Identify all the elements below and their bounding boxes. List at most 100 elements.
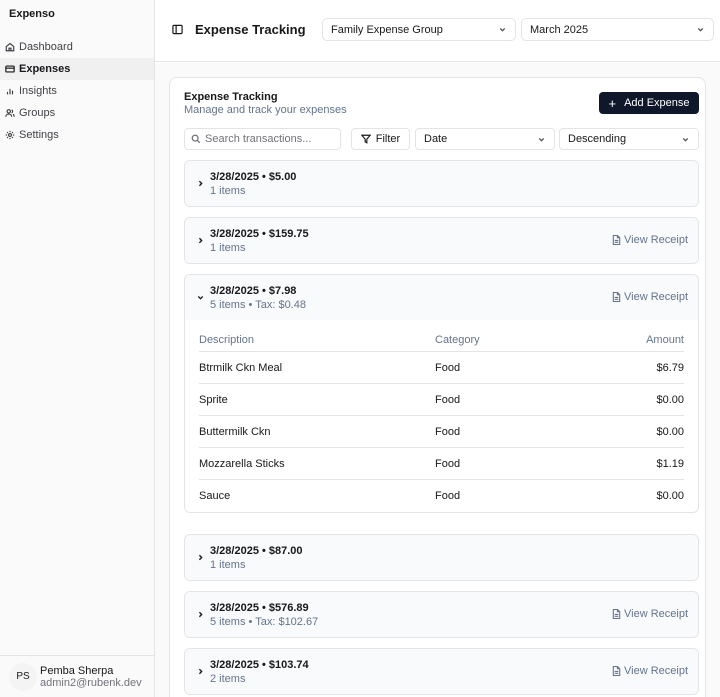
group-meta: 1 items: [210, 185, 246, 197]
file-icon: [612, 666, 621, 676]
search-icon: [191, 134, 201, 144]
group-meta: 5 items • Tax: $102.67: [210, 616, 319, 628]
sidebar-item-label: Settings: [19, 129, 59, 141]
group-title: 3/28/2025 • $576.89: [210, 602, 309, 614]
card-title: Expense Tracking: [184, 91, 278, 103]
group-meta: 2 items: [210, 673, 246, 685]
sidebar-item-groups[interactable]: Groups: [0, 102, 154, 124]
expense-group-header[interactable]: 3/28/2025 • $576.89 5 items • Tax: $102.…: [185, 592, 698, 637]
expense-card: Expense Tracking Manage and track your e…: [169, 77, 706, 697]
sidebar-item-insights[interactable]: Insights: [0, 80, 154, 102]
user-email: admin2@rubenk.dev: [40, 676, 142, 689]
item-category: Food: [435, 415, 570, 448]
item-amount: $0.00: [569, 415, 684, 448]
view-receipt-label: View Receipt: [624, 234, 688, 246]
sort-order-value: Descending: [568, 133, 627, 145]
view-receipt-label: View Receipt: [624, 608, 688, 620]
item-category: Food: [435, 489, 461, 502]
sidebar-item-label: Groups: [19, 107, 56, 119]
item-description: Buttermilk Ckn: [199, 415, 435, 448]
chevron-right-icon: [196, 667, 205, 676]
chevron-right-icon: [196, 179, 205, 188]
chevron-down-icon: [681, 135, 690, 144]
main-content: Expense Tracking Manage and track your e…: [155, 63, 720, 697]
view-receipt-link[interactable]: View Receipt: [612, 291, 688, 303]
column-header-category: Category: [435, 320, 570, 352]
item-amount: $0.00: [656, 489, 684, 502]
expense-group: 3/28/2025 • $5.00 1 items: [184, 160, 699, 207]
chevron-down-icon: [196, 293, 205, 302]
chevron-down-icon: [537, 135, 546, 144]
expense-group-header[interactable]: 3/28/2025 • $87.00 1 items: [185, 535, 698, 580]
expense-group: 3/28/2025 • $7.98 5 items • Tax: $0.48 V…: [184, 274, 699, 513]
view-receipt-link[interactable]: View Receipt: [612, 665, 688, 677]
expense-group: 3/28/2025 • $103.74 2 items View Receipt: [184, 648, 699, 695]
view-receipt-label: View Receipt: [624, 665, 688, 677]
sort-order-select[interactable]: Descending: [559, 128, 699, 150]
item-amount: $1.19: [569, 447, 684, 480]
filter-icon: [360, 134, 371, 144]
group-meta: 1 items: [210, 242, 246, 254]
group-meta: 5 items • Tax: $0.48: [210, 299, 306, 311]
sort-field-value: Date: [424, 133, 448, 145]
sidebar-item-dashboard[interactable]: Dashboard: [0, 36, 154, 58]
expense-group-header[interactable]: 3/28/2025 • $7.98 5 items • Tax: $0.48 V…: [185, 275, 698, 320]
filter-button[interactable]: Filter: [351, 128, 410, 150]
file-icon: [612, 292, 621, 302]
item-amount: $0.00: [569, 383, 684, 416]
group-meta: 1 items: [210, 559, 246, 571]
view-receipt-link[interactable]: View Receipt: [612, 234, 688, 246]
item-description: Sauce: [199, 489, 231, 502]
plus-icon: +: [608, 95, 617, 111]
sort-field-select[interactable]: Date: [415, 128, 555, 150]
sidebar-item-label: Expenses: [19, 63, 71, 75]
expense-group-header[interactable]: 3/28/2025 • $103.74 2 items View Receipt: [185, 649, 698, 694]
group-title: 3/28/2025 • $159.75: [210, 228, 309, 240]
column-header-description: Description: [199, 320, 435, 352]
view-receipt-link[interactable]: View Receipt: [612, 608, 688, 620]
sidebar-item-settings[interactable]: Settings: [0, 124, 154, 146]
add-expense-button[interactable]: + Add Expense: [599, 92, 699, 114]
card-subtitle: Manage and track your expenses: [184, 104, 347, 116]
expense-group: 3/28/2025 • $159.75 1 items View Receipt: [184, 217, 699, 264]
group-select-value: Family Expense Group: [331, 23, 443, 36]
table-row: Sprite Food $0.00: [199, 383, 684, 416]
expense-items-table: Description Category Amount Btrmilk Ckn …: [199, 320, 684, 512]
chevron-down-icon: [696, 25, 705, 34]
expense-group-header[interactable]: 3/28/2025 • $5.00 1 items: [185, 161, 698, 206]
column-header-amount: Amount: [569, 320, 684, 352]
expense-group: 3/28/2025 • $576.89 5 items • Tax: $102.…: [184, 591, 699, 638]
item-amount: $6.79: [569, 351, 684, 384]
search-box[interactable]: [184, 128, 341, 150]
table-row: Btrmilk Ckn Meal Food $6.79: [199, 351, 684, 384]
file-icon: [612, 235, 621, 245]
item-category: Food: [435, 383, 570, 416]
expense-group-header[interactable]: 3/28/2025 • $159.75 1 items View Receipt: [185, 218, 698, 263]
table-row: Sauce Food $0.00: [199, 480, 684, 512]
chevron-right-icon: [196, 610, 205, 619]
user-name: Pemba Sherpa: [40, 664, 114, 677]
group-title: 3/28/2025 • $7.98: [210, 285, 297, 297]
group-title: 3/28/2025 • $103.74: [210, 659, 309, 671]
table-header-row: Description Category Amount: [199, 320, 684, 352]
month-select[interactable]: March 2025: [521, 18, 714, 41]
item-description: Sprite: [199, 383, 435, 416]
app-brand: Expenso: [9, 8, 55, 20]
view-receipt-label: View Receipt: [624, 291, 688, 303]
item-description: Mozzarella Sticks: [199, 447, 435, 480]
gear-icon: [4, 130, 15, 141]
sidebar-toggle-icon[interactable]: [172, 24, 183, 35]
sidebar-item-expenses[interactable]: Expenses: [0, 58, 154, 80]
expense-group: 3/28/2025 • $87.00 1 items: [184, 534, 699, 581]
chevron-right-icon: [196, 553, 205, 562]
add-expense-label: Add Expense: [624, 97, 690, 109]
bar-chart-icon: [4, 86, 15, 97]
user-profile[interactable]: PS Pemba Sherpa admin2@rubenk.dev: [0, 655, 154, 697]
wallet-icon: [4, 64, 15, 75]
item-category: Food: [435, 351, 570, 384]
item-description: Btrmilk Ckn Meal: [199, 351, 435, 384]
group-select[interactable]: Family Expense Group: [322, 18, 516, 41]
search-input[interactable]: [205, 133, 335, 145]
chevron-down-icon: [498, 25, 507, 34]
month-select-value: March 2025: [530, 23, 589, 36]
